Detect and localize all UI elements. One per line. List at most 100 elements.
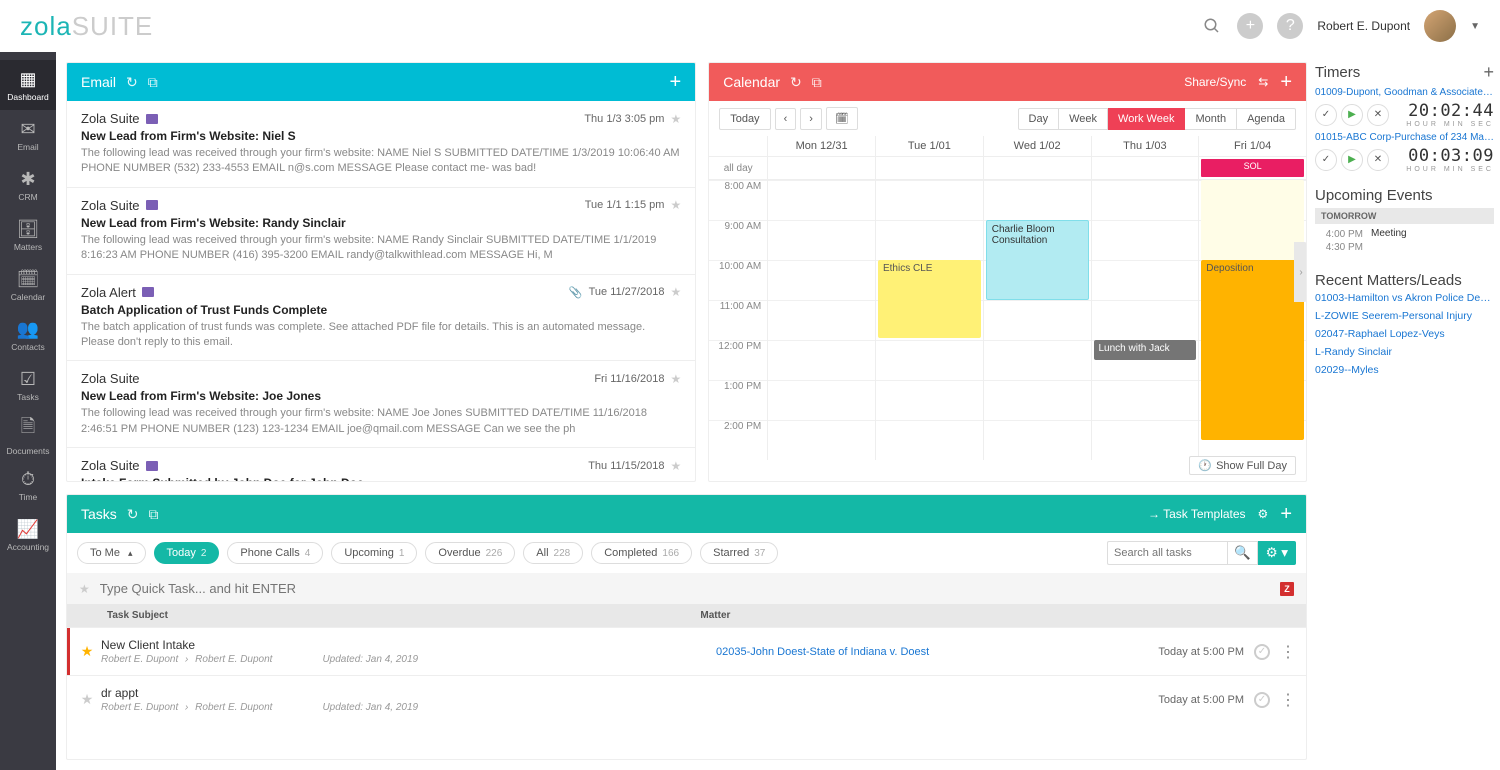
sidebar-item-accounting[interactable]: 📈Accounting: [0, 510, 56, 560]
calendar-event[interactable]: Charlie Bloom Consultation: [986, 220, 1089, 300]
calendar-prev-button[interactable]: ‹: [775, 108, 797, 130]
calendar-event[interactable]: Lunch with Jack: [1094, 340, 1197, 360]
avatar[interactable]: [1424, 10, 1456, 42]
recent-matter-link[interactable]: L-ZOWIE Seerem-Personal Injury: [1315, 307, 1494, 325]
task-filter-to-me[interactable]: To Me: [77, 542, 146, 564]
sidebar-item-tasks[interactable]: ☑Tasks: [0, 360, 56, 410]
cal-view-agenda[interactable]: Agenda: [1237, 108, 1296, 130]
timer-play-button[interactable]: ▶: [1341, 104, 1363, 126]
user-menu-caret[interactable]: ▼: [1470, 21, 1480, 32]
task-filter-phone-calls[interactable]: Phone Calls 4: [227, 542, 323, 564]
timer-stop-button[interactable]: ✓: [1315, 149, 1337, 171]
timer-delete-button[interactable]: ✕: [1367, 149, 1389, 171]
task-filter-today[interactable]: Today 2: [154, 542, 220, 564]
task-more-button[interactable]: ⋮: [1280, 642, 1296, 662]
star-icon[interactable]: ★: [670, 112, 681, 126]
sidebar-item-email[interactable]: ✉Email: [0, 110, 56, 160]
help-button[interactable]: ?: [1277, 13, 1303, 39]
email-item[interactable]: Zola SuiteThu 1/3 3:05 pm ★New Lead from…: [67, 101, 695, 188]
task-more-button[interactable]: ⋮: [1280, 690, 1296, 710]
tasks-gear-button[interactable]: ⚙ ▾: [1258, 541, 1296, 565]
task-templates-link[interactable]: → Task Templates: [1148, 507, 1246, 521]
cal-view-work-week[interactable]: Work Week: [1108, 108, 1185, 130]
task-star[interactable]: ★: [77, 643, 97, 660]
search-icon[interactable]: [1201, 15, 1223, 37]
timer-stop-button[interactable]: ✓: [1315, 104, 1337, 126]
task-filter-completed[interactable]: Completed 166: [591, 542, 692, 564]
sidebar-item-documents[interactable]: 🗎Documents: [0, 410, 56, 460]
sidebar-item-calendar[interactable]: 🗓Calendar: [0, 260, 56, 310]
tasks-search-button[interactable]: 🔍: [1227, 541, 1258, 565]
cal-day-column[interactable]: Charlie Bloom Consultation: [983, 180, 1091, 460]
email-add-button[interactable]: +: [670, 71, 682, 94]
email-item[interactable]: Zola Alert📎Tue 11/27/2018 ★Batch Applica…: [67, 275, 695, 362]
sidebar-item-time[interactable]: ⏱Time: [0, 460, 56, 510]
show-full-day-button[interactable]: 🕐Show Full Day: [1189, 456, 1296, 475]
recent-matter-link[interactable]: 01003-Hamilton vs Akron Police Departmen…: [1315, 289, 1494, 307]
tasks-add-button[interactable]: +: [1280, 503, 1292, 526]
email-item[interactable]: Zola SuiteTue 1/1 1:15 pm ★New Lead from…: [67, 188, 695, 275]
recent-matter-link[interactable]: 02047-Raphael Lopez-Veys: [1315, 325, 1494, 343]
calendar-share-icon[interactable]: ⇆: [1258, 75, 1268, 89]
quick-task-star[interactable]: ★: [79, 582, 90, 596]
task-matter-link[interactable]: 02035-John Doest-State of Indiana v. Doe…: [716, 646, 1126, 658]
tasks-settings-icon[interactable]: ⚙: [1258, 507, 1269, 521]
star-icon[interactable]: ★: [670, 459, 681, 473]
task-filter-starred[interactable]: Starred 37: [700, 542, 778, 564]
task-complete-button[interactable]: ✓: [1254, 644, 1270, 660]
task-row[interactable]: ★dr apptRobert E. Dupont › Robert E. Dup…: [67, 675, 1306, 723]
tasks-search-input[interactable]: [1107, 541, 1227, 565]
cal-view-week[interactable]: Week: [1059, 108, 1108, 130]
allday-cell-4[interactable]: SOL: [1198, 157, 1306, 179]
cal-day-column[interactable]: Ethics CLE: [875, 180, 983, 460]
calendar-popout-icon[interactable]: ⧉: [812, 74, 822, 91]
star-icon[interactable]: ★: [670, 372, 681, 386]
star-icon[interactable]: ★: [670, 285, 681, 299]
calendar-next-button[interactable]: ›: [800, 108, 822, 130]
allday-cell-3[interactable]: [1091, 157, 1199, 179]
sidebar-item-contacts[interactable]: 👥Contacts: [0, 310, 56, 360]
cal-view-month[interactable]: Month: [1185, 108, 1237, 130]
calendar-event[interactable]: Deposition: [1201, 260, 1304, 440]
timer-matter-link[interactable]: 01009-Dupont, Goodman & Associates-DGA C…: [1315, 87, 1494, 98]
upcoming-event[interactable]: 4:00 PM4:30 PM Meeting: [1315, 224, 1494, 258]
cal-day-column[interactable]: Lunch with Jack: [1091, 180, 1199, 460]
tasks-refresh-icon[interactable]: ↻: [127, 506, 139, 523]
calendar-picker-button[interactable]: 🗓: [826, 107, 858, 130]
email-item[interactable]: Zola SuiteThu 11/15/2018 ★Intake Form Su…: [67, 448, 695, 481]
calendar-event[interactable]: Ethics CLE: [878, 260, 981, 338]
allday-event[interactable]: SOL: [1201, 159, 1304, 177]
task-filter-overdue[interactable]: Overdue 226: [425, 542, 515, 564]
task-filter-upcoming[interactable]: Upcoming 1: [331, 542, 417, 564]
sidebar-item-crm[interactable]: ✱CRM: [0, 160, 56, 210]
task-filter-all[interactable]: All 228: [523, 542, 583, 564]
timer-delete-button[interactable]: ✕: [1367, 104, 1389, 126]
calendar-add-button[interactable]: +: [1280, 71, 1292, 94]
tasks-popout-icon[interactable]: ⧉: [149, 506, 159, 523]
task-row[interactable]: ★New Client IntakeRobert E. Dupont › Rob…: [67, 627, 1306, 675]
star-icon[interactable]: ★: [670, 198, 681, 212]
sidebar-item-matters[interactable]: 🗄Matters: [0, 210, 56, 260]
add-button[interactable]: +: [1237, 13, 1263, 39]
task-complete-button[interactable]: ✓: [1254, 692, 1270, 708]
calendar-refresh-icon[interactable]: ↻: [790, 74, 802, 91]
timer-matter-link[interactable]: 01015-ABC Corp-Purchase of 234 Main Stre…: [1315, 132, 1494, 143]
allday-cell-0[interactable]: [767, 157, 875, 179]
timer-play-button[interactable]: ▶: [1341, 149, 1363, 171]
calendar-share-link[interactable]: Share/Sync: [1184, 75, 1246, 89]
quick-task-input[interactable]: [100, 581, 1270, 596]
cal-view-day[interactable]: Day: [1018, 108, 1060, 130]
allday-cell-2[interactable]: [983, 157, 1091, 179]
email-item[interactable]: Zola SuiteFri 11/16/2018 ★New Lead from …: [67, 361, 695, 448]
email-refresh-icon[interactable]: ↻: [126, 74, 138, 91]
calendar-event[interactable]: [1201, 180, 1304, 260]
allday-cell-1[interactable]: [875, 157, 983, 179]
cal-day-column[interactable]: [767, 180, 875, 460]
recent-matter-link[interactable]: 02029--Myles: [1315, 361, 1494, 379]
email-popout-icon[interactable]: ⧉: [148, 74, 158, 91]
timers-add-button[interactable]: +: [1483, 62, 1494, 83]
task-star[interactable]: ★: [77, 691, 97, 708]
calendar-expand-handle[interactable]: ›: [1294, 242, 1307, 302]
cal-day-column[interactable]: Deposition: [1198, 180, 1306, 460]
calendar-today-button[interactable]: Today: [719, 108, 770, 130]
